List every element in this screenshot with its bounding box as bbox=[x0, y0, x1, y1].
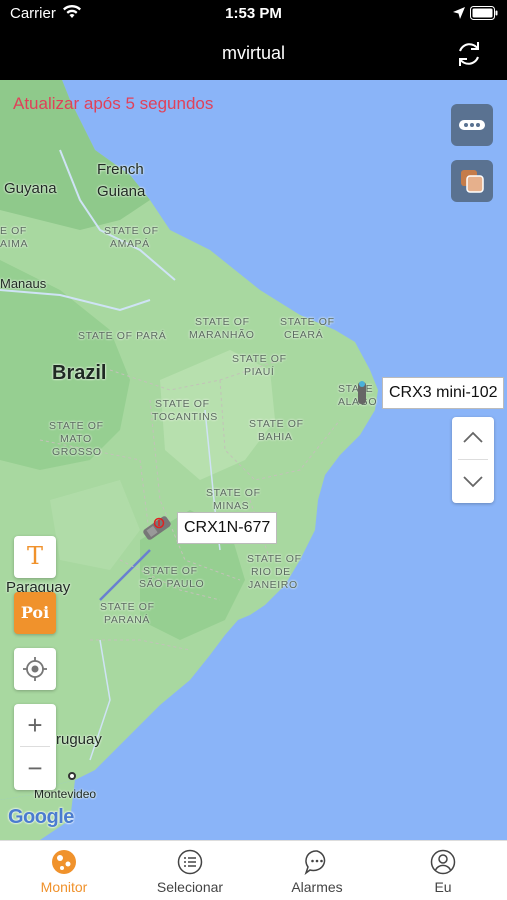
tab-monitor-label: Monitor bbox=[40, 879, 88, 895]
monitor-icon bbox=[52, 850, 76, 874]
tab-eu-label: Eu bbox=[434, 879, 452, 895]
map-label-state-minas-1: STATE OF bbox=[206, 487, 261, 499]
vehicle-marker-icon[interactable] bbox=[137, 512, 177, 544]
refresh-button[interactable] bbox=[452, 38, 486, 70]
page-title: mvirtual bbox=[221, 43, 285, 63]
map-label-state-bahia-2: BAHIA bbox=[258, 431, 293, 443]
pan-down-button[interactable] bbox=[452, 460, 494, 502]
person-icon bbox=[430, 849, 456, 875]
more-options-button[interactable] bbox=[451, 104, 493, 146]
crosshair-icon bbox=[23, 657, 47, 681]
vehicle-label-crx1n[interactable]: CRX1N-677 bbox=[177, 512, 278, 544]
tab-alarmes[interactable]: Alarmes bbox=[267, 849, 367, 895]
minus-icon: − bbox=[27, 753, 43, 783]
poi-button[interactable]: Poi bbox=[14, 592, 56, 634]
map-label-french-guiana-2: Guiana bbox=[97, 183, 146, 200]
map-label-state-maranhao-1: STATE OF bbox=[195, 316, 250, 328]
map-label-state-rio-1: STATE OF bbox=[247, 553, 302, 565]
tab-bar: Monitor Selecionar Alarmes Eu bbox=[0, 840, 507, 900]
chevron-up-icon bbox=[463, 431, 483, 443]
map-label-state-edge-2: AIMA bbox=[0, 238, 29, 250]
map-label-state-minas-2: MINAS bbox=[213, 500, 250, 512]
map-label-state-bahia-1: STATE OF bbox=[249, 418, 304, 430]
refresh-notice: Atualizar após 5 segundos bbox=[13, 94, 214, 113]
tab-eu[interactable]: Eu bbox=[393, 849, 493, 895]
ellipsis-icon bbox=[459, 120, 485, 130]
montevideo-dot-icon bbox=[68, 772, 76, 780]
google-wordmark: Google bbox=[8, 806, 74, 828]
status-bar: Carrier 1:53 PM bbox=[0, 0, 507, 28]
my-location-button[interactable] bbox=[14, 648, 56, 690]
map-label-state-mato-grosso-1: STATE OF bbox=[49, 420, 104, 432]
chat-icon bbox=[304, 850, 326, 875]
status-time: 1:53 PM bbox=[225, 5, 282, 22]
map-land-shape bbox=[0, 80, 378, 840]
map-label-state-tocantins-1: STATE OF bbox=[155, 398, 210, 410]
map-label-state-sao-paulo-2: SÃO PAULO bbox=[139, 578, 205, 590]
map-label-manaus: Manaus bbox=[0, 276, 47, 291]
map-label-state-para: STATE OF PARÁ bbox=[78, 330, 167, 342]
map-label-french-guiana-1: French bbox=[97, 161, 144, 178]
tab-alarmes-label: Alarmes bbox=[291, 879, 343, 895]
map-label-state-amapa-2: AMAPÁ bbox=[110, 238, 150, 250]
zoom-out-button[interactable]: − bbox=[14, 747, 56, 789]
map-label-state-piaui-1: STATE OF bbox=[232, 353, 287, 365]
map-view[interactable]: Atualizar após 5 segundos Guyana French … bbox=[0, 80, 507, 840]
location-arrow-icon bbox=[453, 7, 465, 19]
vehicle-marker-icon[interactable] bbox=[354, 378, 370, 408]
refresh-icon bbox=[459, 42, 479, 66]
map-label-state-mato-grosso-2: MATO bbox=[60, 433, 92, 445]
map-label-state-rio-2: RIO DE bbox=[251, 566, 291, 578]
map-label-state-amapa-1: STATE OF bbox=[104, 225, 159, 237]
zoom-control: + − bbox=[14, 704, 56, 790]
map-label-state-sao-paulo-1: STATE OF bbox=[143, 565, 198, 577]
plus-icon: + bbox=[27, 710, 43, 740]
map-label-state-parana-1: STATE OF bbox=[100, 601, 155, 613]
tab-selecionar-label: Selecionar bbox=[156, 879, 224, 895]
map-label-state-rio-3: JANEIRO bbox=[248, 579, 298, 591]
vehicle-label-crx3[interactable]: CRX3 mini-102 bbox=[382, 377, 505, 409]
map-label-state-edge-1: E OF bbox=[0, 225, 27, 237]
tab-selecionar[interactable]: Selecionar bbox=[140, 849, 240, 895]
chevron-down-icon bbox=[463, 476, 483, 488]
map-label-state-ceara-1: STATE OF bbox=[280, 316, 335, 328]
map-label-brazil: Brazil bbox=[52, 362, 107, 384]
google-logo: Google bbox=[8, 806, 74, 829]
layers-icon bbox=[461, 170, 484, 193]
pan-control bbox=[452, 417, 494, 503]
nav-bar: mvirtual bbox=[0, 28, 507, 80]
text-tool-button[interactable]: T bbox=[14, 536, 56, 578]
map-label-guyana: Guyana bbox=[4, 180, 57, 197]
battery-icon bbox=[470, 6, 498, 20]
zoom-in-button[interactable]: + bbox=[14, 704, 56, 746]
poi-icon: Poi bbox=[20, 603, 50, 622]
map-label-state-parana-2: PARANÁ bbox=[104, 614, 150, 626]
map-label-state-piaui-2: PIAUÍ bbox=[244, 366, 275, 378]
map-label-state-tocantins-2: TOCANTINS bbox=[152, 411, 218, 423]
map-label-state-ceara-2: CEARÁ bbox=[284, 329, 324, 341]
map-label-uruguay: ruguay bbox=[56, 731, 102, 748]
list-icon bbox=[177, 849, 203, 875]
map-label-state-mato-grosso-3: GROSSO bbox=[52, 446, 102, 458]
pan-up-button[interactable] bbox=[452, 417, 494, 459]
map-layers-button[interactable] bbox=[451, 160, 493, 202]
tab-monitor[interactable]: Monitor bbox=[14, 849, 114, 895]
map-label-state-maranhao-2: MARANHÃO bbox=[189, 329, 255, 341]
text-tool-icon: T bbox=[26, 542, 43, 570]
